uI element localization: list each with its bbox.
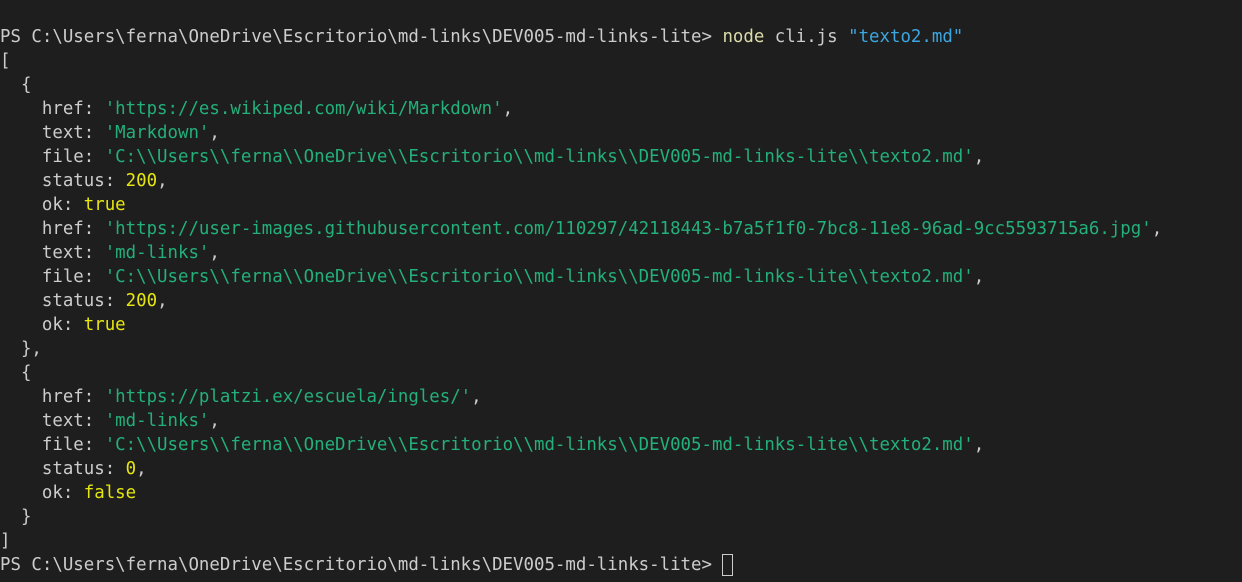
comma: , <box>973 435 985 455</box>
output-line: { <box>0 73 1242 97</box>
value-ok: true <box>83 315 126 335</box>
output-line: href: 'https://platzi.ex/escuela/ingles/… <box>0 385 1242 409</box>
comma: , <box>502 99 514 119</box>
prompt-path: PS C:\Users\ferna\OneDrive\Escritorio\md… <box>0 555 723 575</box>
output-line: ok: true <box>0 313 1242 337</box>
key-file: file: <box>0 435 105 455</box>
comma: , <box>209 411 220 431</box>
output-line: [ <box>0 49 1242 73</box>
value-href: 'https://platzi.ex/escuela/ingles/' <box>104 387 472 407</box>
value-file: 'C:\\Users\\ferna\\OneDrive\\Escritorio\… <box>104 147 974 167</box>
output-line: status: 200, <box>0 169 1242 193</box>
output-line: } <box>0 505 1242 529</box>
key-href: href: <box>0 99 105 119</box>
close-array: ] <box>0 531 11 551</box>
comma: , <box>471 387 482 407</box>
value-status: 0 <box>125 459 137 479</box>
value-text: 'Markdown' <box>104 123 210 143</box>
comma: , <box>1151 219 1163 239</box>
value-text: 'md-links' <box>104 411 210 431</box>
value-ok: false <box>83 483 137 503</box>
command-name: node <box>722 27 765 47</box>
key-status: status: <box>0 291 126 311</box>
command-args: cli.js <box>764 27 849 47</box>
prompt-path: PS C:\Users\ferna\OneDrive\Escritorio\md… <box>0 27 723 47</box>
output-line: href: 'https://user-images.githubusercon… <box>0 217 1242 241</box>
open-object: { <box>0 363 32 383</box>
key-ok: ok: <box>0 195 84 215</box>
output-line: ok: false <box>0 481 1242 505</box>
comma: , <box>209 243 220 263</box>
value-file: 'C:\\Users\\ferna\\OneDrive\\Escritorio\… <box>104 267 974 287</box>
comma: , <box>157 171 168 191</box>
value-status: 200 <box>125 291 158 311</box>
comma: , <box>973 267 985 287</box>
output-line: file: 'C:\\Users\\ferna\\OneDrive\\Escri… <box>0 265 1242 289</box>
output-line: file: 'C:\\Users\\ferna\\OneDrive\\Escri… <box>0 145 1242 169</box>
key-file: file: <box>0 267 105 287</box>
output-line: text: 'Markdown', <box>0 121 1242 145</box>
key-file: file: <box>0 147 105 167</box>
output-line: file: 'C:\\Users\\ferna\\OneDrive\\Escri… <box>0 433 1242 457</box>
output-line: text: 'md-links', <box>0 241 1242 265</box>
terminal-window[interactable]: PS C:\Users\ferna\OneDrive\Escritorio\md… <box>0 0 1242 582</box>
output-line: ] <box>0 529 1242 553</box>
output-line: status: 0, <box>0 457 1242 481</box>
prompt-line: PS C:\Users\ferna\OneDrive\Escritorio\md… <box>0 25 1242 49</box>
key-status: status: <box>0 459 126 479</box>
key-status: status: <box>0 171 126 191</box>
value-text: 'md-links' <box>104 243 210 263</box>
comma: , <box>136 459 147 479</box>
close-object: }, <box>0 339 42 359</box>
output-line: { <box>0 361 1242 385</box>
output-line: ok: true <box>0 193 1242 217</box>
key-href: href: <box>0 387 105 407</box>
value-file: 'C:\\Users\\ferna\\OneDrive\\Escritorio\… <box>104 435 974 455</box>
text-cursor[interactable] <box>722 554 734 576</box>
output-line: }, <box>0 337 1242 361</box>
value-status: 200 <box>125 171 158 191</box>
key-text: text: <box>0 243 105 263</box>
value-ok: true <box>83 195 126 215</box>
open-object: { <box>0 75 32 95</box>
close-object: } <box>0 507 32 527</box>
prompt-line[interactable]: PS C:\Users\ferna\OneDrive\Escritorio\md… <box>0 553 1242 577</box>
command-file-arg: "texto2.md" <box>848 27 964 47</box>
comma: , <box>157 291 168 311</box>
key-ok: ok: <box>0 315 84 335</box>
output-line: href: 'https://es.wikiped.com/wiki/Markd… <box>0 97 1242 121</box>
value-href: 'https://es.wikiped.com/wiki/Markdown' <box>104 99 503 119</box>
key-ok: ok: <box>0 483 84 503</box>
key-text: text: <box>0 411 105 431</box>
output-line: text: 'md-links', <box>0 409 1242 433</box>
value-href: 'https://user-images.githubusercontent.c… <box>104 219 1152 239</box>
open-array: [ <box>0 51 11 71</box>
key-text: text: <box>0 123 105 143</box>
key-href: href: <box>0 219 105 239</box>
comma: , <box>973 147 985 167</box>
output-line: status: 200, <box>0 289 1242 313</box>
comma: , <box>209 123 220 143</box>
